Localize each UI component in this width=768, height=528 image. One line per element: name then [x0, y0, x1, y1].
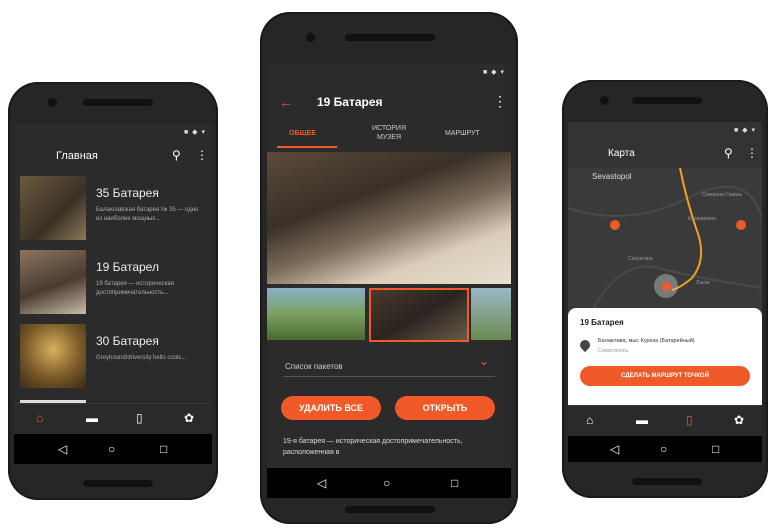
description-text: 19-я батарея — историческая достопримеча… — [283, 438, 463, 456]
phone-left: ■ ◆ ▾ Главная ⚲ ⋮ 35 Батарея Балаклавска… — [8, 82, 218, 500]
home-button-icon[interactable]: ○ — [108, 442, 115, 456]
map-label: Северная Гавань — [702, 192, 743, 198]
system-nav-bar: ◁ ○ □ — [568, 436, 762, 462]
card-title: 19 Батарея — [580, 318, 624, 327]
settings-icon[interactable]: ✿ — [184, 411, 194, 425]
app-bar: Карта ⚲ ⋮ — [568, 140, 762, 168]
location-pin-icon — [577, 337, 593, 353]
map-pin-icon[interactable] — [610, 220, 620, 230]
item-description: Greyhound/driversity hello cools... — [96, 355, 187, 361]
recents-icon[interactable]: □ — [712, 442, 719, 456]
tab-indicator — [277, 146, 337, 148]
card-subtitle: Севастополь — [598, 348, 629, 354]
gallery-thumbnail[interactable] — [267, 288, 365, 340]
thumbnail-image — [20, 324, 86, 388]
tab-general[interactable]: ОБЩЕЕ — [289, 130, 316, 137]
overflow-menu-icon[interactable]: ⋮ — [746, 146, 758, 160]
gallery-thumbnail-selected[interactable] — [369, 288, 469, 342]
list-item[interactable]: 35 Батарея Балаклавская батарея № 35 — о… — [20, 176, 208, 244]
card-address: Балаклава, мыс Куреза (Батарейный) — [598, 338, 695, 344]
overflow-menu-icon[interactable]: ⋮ — [493, 93, 507, 110]
page-title: 19 Батарея — [317, 95, 383, 109]
search-icon[interactable]: ⚲ — [172, 148, 181, 162]
phone-camera — [48, 98, 57, 107]
chevron-down-icon[interactable]: ⌄ — [479, 354, 489, 368]
item-title: 35 Батарея — [96, 186, 159, 200]
folder-icon[interactable]: ▬ — [636, 413, 648, 427]
bottom-navigation: ⌂ ▬ ▯ ✿ — [14, 403, 212, 434]
phone-speaker — [345, 34, 435, 41]
screen-detail: ■ ◆ ▾ ← 19 Батарея ⋮ ОБЩЕЕ ИСТОРИЯ МУЗЕЯ… — [267, 64, 511, 498]
tab-bar: ОБЩЕЕ ИСТОРИЯ МУЗЕЯ МАРШРУТ — [267, 122, 511, 148]
map-city-label: Sevastopol — [592, 172, 632, 181]
list-item[interactable]: 30 Батарея Greyhound/driversity hello co… — [20, 324, 208, 392]
map-label: Караимская — [688, 216, 716, 222]
back-icon[interactable]: ◁ — [610, 442, 619, 456]
back-icon[interactable]: ◁ — [317, 476, 326, 490]
home-button-icon[interactable]: ○ — [660, 442, 667, 456]
tab-museum-history[interactable]: ИСТОРИЯ МУЗЕЯ — [359, 124, 419, 142]
map-icon[interactable]: ▯ — [686, 413, 693, 427]
search-icon[interactable]: ⚲ — [724, 146, 733, 160]
phone-camera — [600, 96, 609, 105]
gallery-thumbnail[interactable] — [471, 288, 511, 340]
screen-map: ■ ◆ ▾ Карта ⚲ ⋮ Sevastopol Северная Гава… — [568, 122, 762, 462]
phone-camera — [306, 33, 315, 42]
app-bar: ← 19 Батарея ⋮ — [267, 84, 511, 118]
phone-right: ■ ◆ ▾ Карта ⚲ ⋮ Sevastopol Северная Гава… — [562, 80, 768, 498]
tab-route[interactable]: МАРШРУТ — [445, 130, 480, 137]
system-nav-bar: ◁ ○ □ — [14, 434, 212, 464]
screen-home: ■ ◆ ▾ Главная ⚲ ⋮ 35 Батарея Балаклавска… — [14, 124, 212, 464]
item-description: Балаклавская батарея № 35 — одно из наиб… — [96, 207, 199, 222]
app-bar: Главная ⚲ ⋮ — [14, 142, 212, 170]
back-arrow-icon[interactable]: ← — [279, 94, 293, 110]
map-label: Ласпи — [696, 280, 711, 286]
home-icon[interactable]: ⌂ — [36, 411, 43, 425]
map-icon[interactable]: ▯ — [136, 411, 143, 425]
map-pin-icon[interactable] — [662, 282, 671, 291]
home-icon[interactable]: ⌂ — [586, 413, 593, 427]
recents-icon[interactable]: □ — [160, 442, 167, 456]
item-title: 30 Батарея — [96, 334, 159, 348]
system-nav-bar: ◁ ○ □ — [267, 468, 511, 498]
overflow-menu-icon[interactable]: ⋮ — [196, 148, 208, 162]
delete-all-button[interactable]: УДАЛИТЬ ВСЕ — [281, 396, 381, 420]
list-item[interactable]: 19 Батарел 19 батарея — историческая дос… — [20, 250, 208, 318]
phone-speaker — [632, 97, 702, 104]
recents-icon[interactable]: □ — [451, 476, 458, 490]
phone-speaker-bottom — [345, 506, 435, 513]
page-title: Карта — [608, 148, 635, 159]
item-description: 19 батарея — историческая достопримечате… — [96, 281, 174, 296]
item-title: 19 Батарел — [96, 260, 159, 274]
dropdown-underline — [283, 376, 495, 377]
map-label: Сапунгора — [628, 256, 653, 262]
phone-speaker — [83, 99, 153, 106]
settings-icon[interactable]: ✿ — [734, 413, 744, 427]
bottom-navigation: ⌂ ▬ ▯ ✿ — [568, 405, 762, 436]
home-button-icon[interactable]: ○ — [383, 476, 390, 490]
make-route-button[interactable]: СДЕЛАТЬ МАРШРУТ ТОЧКОЙ — [580, 366, 750, 386]
phone-speaker-bottom — [632, 478, 702, 485]
status-bar: ■ ◆ ▾ — [482, 69, 505, 76]
thumbnail-image — [20, 250, 86, 314]
folder-icon[interactable]: ▬ — [86, 411, 98, 425]
thumbnail-image — [20, 176, 86, 240]
page-title: Главная — [56, 150, 98, 162]
back-icon[interactable]: ◁ — [58, 442, 67, 456]
packages-dropdown-label[interactable]: Список пакетов — [285, 362, 343, 371]
open-button[interactable]: ОТКРЫТЬ — [395, 396, 495, 420]
map-pin-icon[interactable] — [736, 220, 746, 230]
place-card: 19 Батарея Балаклава, мыс Куреза (Батаре… — [568, 308, 762, 406]
phone-center: ■ ◆ ▾ ← 19 Батарея ⋮ ОБЩЕЕ ИСТОРИЯ МУЗЕЯ… — [260, 12, 518, 524]
hero-image — [267, 152, 511, 284]
phone-speaker-bottom — [83, 480, 153, 487]
map-view[interactable]: Sevastopol Северная Гавань Караимская Са… — [568, 168, 762, 318]
